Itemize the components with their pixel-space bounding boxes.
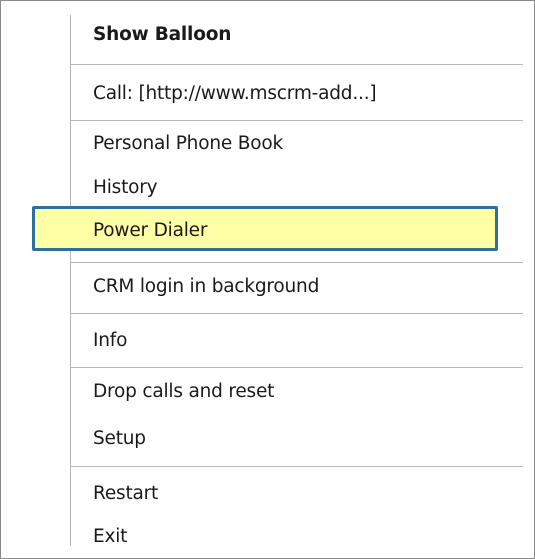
menu-item-exit[interactable]: Exit	[93, 525, 127, 549]
menu-item-personal-phone-book[interactable]: Personal Phone Book	[93, 132, 283, 156]
menu-item-crm-login-background[interactable]: CRM login in background	[93, 275, 319, 299]
menu-item-power-dialer[interactable]: Power Dialer	[93, 219, 207, 243]
menu-separator	[71, 64, 523, 65]
menu-item-setup[interactable]: Setup	[93, 427, 146, 451]
context-menu: Show Balloon Call: [http://www.mscrm-add…	[0, 0, 535, 559]
menu-separator	[71, 466, 523, 467]
menu-item-history[interactable]: History	[93, 176, 158, 200]
menu-separator	[71, 313, 523, 314]
menu-item-call[interactable]: Call: [http://www.mscrm-add...]	[93, 82, 377, 106]
menu-separator	[71, 120, 523, 121]
menu-separator	[71, 367, 523, 368]
menu-separator	[71, 262, 523, 263]
menu-item-show-balloon[interactable]: Show Balloon	[93, 23, 231, 47]
menu-item-info[interactable]: Info	[93, 329, 127, 353]
menu-item-restart[interactable]: Restart	[93, 482, 158, 506]
menu-item-drop-calls-reset[interactable]: Drop calls and reset	[93, 380, 274, 404]
